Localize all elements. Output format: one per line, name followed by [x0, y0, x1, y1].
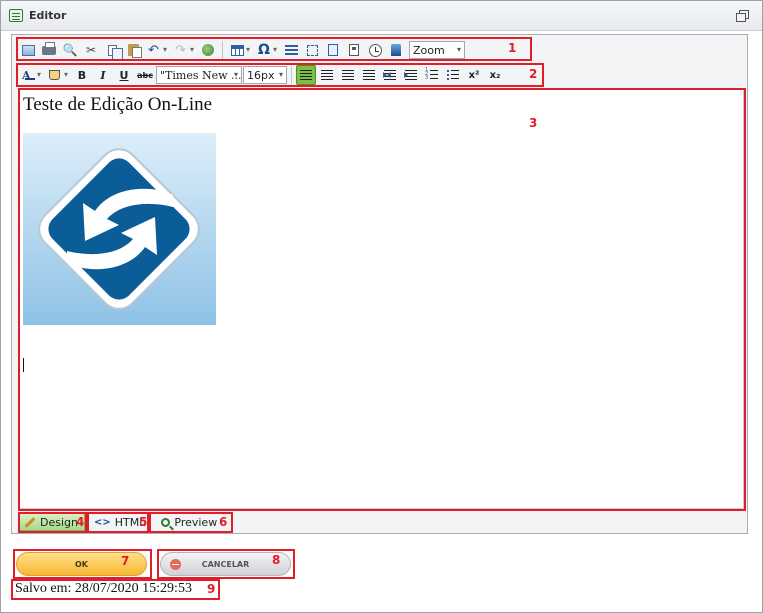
- annotation-box-3: [18, 88, 746, 511]
- annotation-number-2: 2: [529, 67, 538, 81]
- editor-window: Editor 🔍 ✂ ↶ ↷ Ω Zoom ▾: [0, 0, 763, 613]
- title-bar: Editor: [1, 1, 762, 31]
- window-title: Editor: [29, 9, 67, 22]
- annotation-box-9: [11, 579, 220, 600]
- annotation-number-3: 3: [529, 116, 538, 130]
- annotation-number-8: 8: [272, 553, 281, 567]
- annotation-number-7: 7: [121, 554, 130, 568]
- editor-app-icon: [9, 9, 23, 22]
- annotation-number-5: 5: [139, 515, 148, 529]
- annotation-number-9: 9: [207, 582, 216, 596]
- annotation-box-1: [16, 37, 532, 61]
- annotation-number-1: 1: [508, 41, 517, 55]
- annotation-number-6: 6: [219, 515, 228, 529]
- annotation-number-4: 4: [76, 515, 85, 529]
- annotation-box-2: [16, 63, 544, 87]
- restore-window-icon[interactable]: [736, 10, 749, 22]
- annotation-box-7: [13, 549, 152, 579]
